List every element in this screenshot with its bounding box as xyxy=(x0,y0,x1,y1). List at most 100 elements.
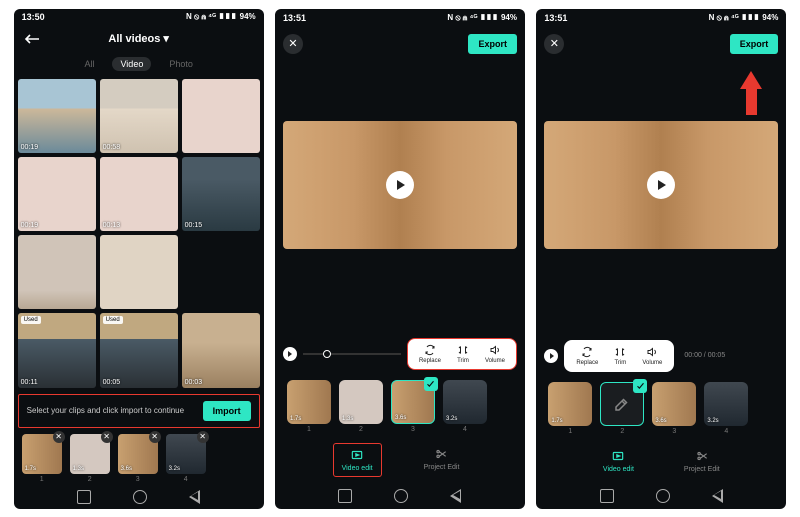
timeline-clip[interactable]: 1.3s 2 xyxy=(339,380,383,433)
time-counter: 00:00 / 00:05 xyxy=(684,352,725,359)
status-icons: N ⦸ ⋒ ⁴ᴳ ▮▮▮ 94% xyxy=(186,12,256,22)
timeline-clip[interactable]: 1.7s 1 xyxy=(287,380,331,433)
video-thumb[interactable]: 00:19 xyxy=(18,157,96,231)
selected-clip[interactable]: ✕3.2s 4 xyxy=(166,434,206,483)
video-thumb[interactable]: 00:13 xyxy=(100,157,178,231)
android-nav-bar xyxy=(14,485,264,509)
trim-tool[interactable]: Trim xyxy=(607,344,633,368)
screen-3-export: 13:51 N ⦸ ⋒ ⁴ᴳ ▮▮▮ 94% ✕ Export Replace … xyxy=(536,9,786,509)
nav-home-icon[interactable] xyxy=(133,490,147,504)
remove-clip-icon[interactable]: ✕ xyxy=(53,431,65,443)
timeline-clips: 1.7s 1 2 3.6s 3 3.2s 4 xyxy=(544,378,778,437)
used-badge: Used xyxy=(103,316,123,324)
video-preview[interactable] xyxy=(283,121,517,249)
timeline-clip[interactable]: 3.6s 3 xyxy=(652,382,696,435)
remove-clip-icon[interactable]: ✕ xyxy=(101,431,113,443)
nav-recent-icon[interactable] xyxy=(600,489,614,503)
clip-tools-highlight: Replace Trim Volume xyxy=(407,338,517,370)
media-type-tabs: All Video Photo xyxy=(14,53,264,75)
selected-clip[interactable]: ✕1.7s 1 xyxy=(22,434,62,483)
editor-header: ✕ Export xyxy=(536,27,786,61)
timeline-clip[interactable]: 3.2s 4 xyxy=(704,382,748,435)
timeline-clip[interactable]: 3.2s 4 xyxy=(443,380,487,433)
edit-icon xyxy=(613,395,631,413)
status-bar: 13:50 N ⦸ ⋒ ⁴ᴳ ▮▮▮ 94% xyxy=(14,9,264,26)
import-hint-text: Select your clips and click import to co… xyxy=(27,406,197,416)
selected-clip[interactable]: ✕3.6s 3 xyxy=(118,434,158,483)
play-button-icon[interactable] xyxy=(647,171,675,199)
album-dropdown[interactable]: All videos ▾ xyxy=(42,32,236,45)
screen-1-media-picker: 13:50 N ⦸ ⋒ ⁴ᴳ ▮▮▮ 94% All videos ▾ All … xyxy=(14,9,264,509)
volume-tool[interactable]: Volume xyxy=(635,344,669,368)
tab-video[interactable]: Video xyxy=(112,57,151,71)
edit-clip-badge-icon xyxy=(424,377,438,391)
replace-tool[interactable]: Replace xyxy=(412,342,448,366)
timeline-clip[interactable]: 1.7s 1 xyxy=(548,382,592,435)
edit-clip-badge-icon xyxy=(633,379,647,393)
picker-header: All videos ▾ xyxy=(14,25,264,53)
status-bar: 13:51 N ⦸ ⋒ ⁴ᴳ ▮▮▮ 94% xyxy=(536,9,786,27)
screen-2-video-edit: 13:51 N ⦸ ⋒ ⁴ᴳ ▮▮▮ 94% ✕ Export Replace xyxy=(275,9,525,509)
timeline-clip-active[interactable]: 3.6s 3 xyxy=(391,380,435,433)
video-thumb[interactable] xyxy=(18,235,96,309)
status-time: 13:50 xyxy=(22,12,45,22)
import-button[interactable]: Import xyxy=(203,401,251,421)
nav-home-icon[interactable] xyxy=(656,489,670,503)
video-thumb[interactable] xyxy=(182,79,260,153)
editor-header: ✕ Export xyxy=(275,27,525,61)
video-thumb[interactable]: 00:58 xyxy=(100,79,178,153)
video-preview[interactable] xyxy=(544,121,778,249)
selected-clip[interactable]: ✕1.3s 2 xyxy=(70,434,110,483)
nav-recent-icon[interactable] xyxy=(338,489,352,503)
remove-clip-icon[interactable]: ✕ xyxy=(149,431,161,443)
timeline-clip-active[interactable]: 2 xyxy=(600,382,644,435)
nav-back-icon[interactable] xyxy=(450,489,461,503)
status-icons: N ⦸ ⋒ ⁴ᴳ ▮▮▮ 94% xyxy=(709,13,779,23)
android-nav-bar xyxy=(275,483,525,509)
import-row-highlight: Select your clips and click import to co… xyxy=(18,394,260,428)
nav-back-icon[interactable] xyxy=(189,490,200,504)
video-thumb[interactable]: Used 00:11 xyxy=(18,313,96,387)
export-button[interactable]: Export xyxy=(468,34,517,54)
video-edit-tab[interactable]: Video edit xyxy=(595,445,642,477)
trim-tool[interactable]: Trim xyxy=(450,342,476,366)
timeline-clips: 1.7s 1 1.3s 2 3.6s 3 3.2s 4 xyxy=(283,376,517,435)
timeline-play-icon[interactable] xyxy=(544,349,558,363)
used-badge: Used xyxy=(21,316,41,324)
video-thumb[interactable] xyxy=(100,235,178,309)
timeline-area: Replace Trim Volume 1.7s 1 1.3s 2 xyxy=(275,332,525,435)
chevron-down-icon: ▾ xyxy=(163,32,169,45)
volume-tool[interactable]: Volume xyxy=(478,342,512,366)
remove-clip-icon[interactable]: ✕ xyxy=(197,431,209,443)
replace-tool[interactable]: Replace xyxy=(569,344,605,368)
selected-clips-strip: ✕1.7s 1 ✕1.3s 2 ✕3.6s 3 ✕3.2s 4 xyxy=(14,430,264,485)
video-grid: 00:19 00:58 00:19 00:13 00:15 Used 00:11… xyxy=(14,75,264,392)
status-time: 13:51 xyxy=(283,13,306,23)
status-icons: N ⦸ ⋒ ⁴ᴳ ▮▮▮ 94% xyxy=(447,13,517,23)
nav-recent-icon[interactable] xyxy=(77,490,91,504)
export-button[interactable]: Export xyxy=(730,34,779,54)
video-thumb[interactable]: 00:03 xyxy=(182,313,260,387)
project-edit-tab[interactable]: Project Edit xyxy=(676,445,728,477)
timeline-area: Replace Trim Volume 00:00 / 00:05 1.7s 1 xyxy=(536,334,786,437)
tab-photo[interactable]: Photo xyxy=(165,57,197,71)
video-edit-tab-highlight[interactable]: Video edit xyxy=(333,443,382,477)
nav-back-icon[interactable] xyxy=(712,489,723,503)
android-nav-bar xyxy=(536,483,786,509)
status-bar: 13:51 N ⦸ ⋒ ⁴ᴳ ▮▮▮ 94% xyxy=(275,9,525,27)
video-thumb[interactable]: Used 00:05 xyxy=(100,313,178,387)
close-icon[interactable]: ✕ xyxy=(283,34,303,54)
tab-all[interactable]: All xyxy=(80,57,98,71)
play-button-icon[interactable] xyxy=(386,171,414,199)
timeline-track[interactable] xyxy=(303,353,401,355)
nav-home-icon[interactable] xyxy=(394,489,408,503)
project-edit-tab[interactable]: Project Edit xyxy=(416,443,468,477)
editor-mode-tabs: Video edit Project Edit xyxy=(536,437,786,483)
video-thumb[interactable]: 00:15 xyxy=(182,157,260,231)
close-icon[interactable]: ✕ xyxy=(544,34,564,54)
status-time: 13:51 xyxy=(544,13,567,23)
editor-mode-tabs: Video edit Project Edit xyxy=(275,435,525,483)
timeline-play-icon[interactable] xyxy=(283,347,297,361)
back-arrow-icon[interactable] xyxy=(22,29,42,49)
video-thumb[interactable]: 00:19 xyxy=(18,79,96,153)
